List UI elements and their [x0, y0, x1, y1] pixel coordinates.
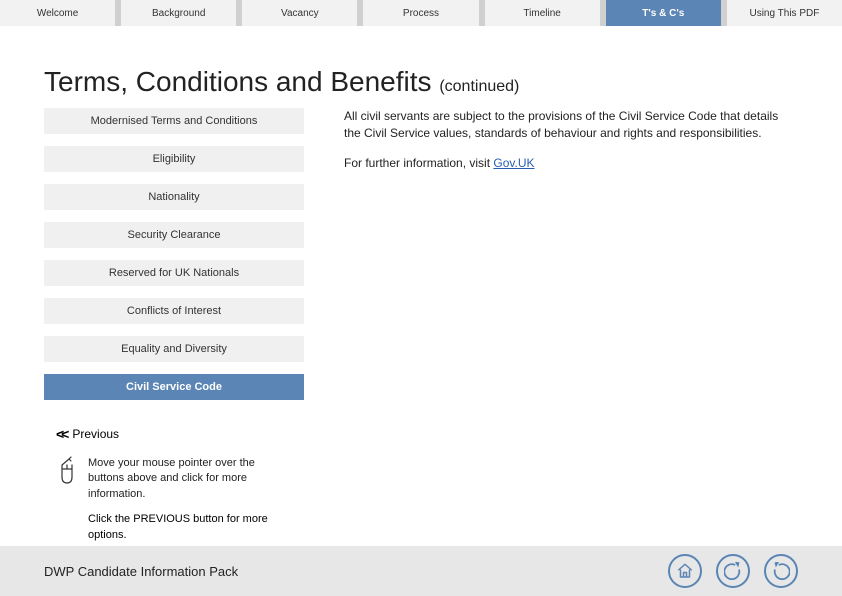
hint1-text: Move your mouse pointer over the buttons… [88, 456, 286, 502]
body-para2-prefix: For further information, visit [344, 156, 493, 170]
tab-using-pdf[interactable]: Using This PDF [727, 0, 842, 26]
body-text: All civil servants are subject to the pr… [304, 108, 798, 412]
page-title-suffix: (continued) [439, 78, 519, 95]
footer: DWP Candidate Information Pack [0, 546, 842, 596]
tab-background[interactable]: Background [121, 0, 242, 26]
previous-label: Previous [72, 427, 119, 441]
footer-nav [668, 554, 798, 588]
home-icon [676, 562, 694, 580]
body-para1: All civil servants are subject to the pr… [344, 108, 798, 143]
mouse-pointer-icon [56, 456, 76, 489]
side-item-security-clearance[interactable]: Security Clearance [44, 222, 304, 248]
side-item-nationality[interactable]: Nationality [44, 184, 304, 210]
chevron-left-icon: << [56, 426, 66, 442]
arrow-left-icon [724, 562, 742, 580]
top-nav: Welcome Background Vacancy Process Timel… [0, 0, 842, 26]
hint2-text: Click the PREVIOUS button for more optio… [88, 512, 283, 543]
side-item-conflicts[interactable]: Conflicts of Interest [44, 298, 304, 324]
side-item-civil-service-code[interactable]: Civil Service Code [44, 374, 304, 400]
previous-button[interactable]: << Previous [56, 426, 842, 442]
side-item-eligibility[interactable]: Eligibility [44, 146, 304, 172]
home-button[interactable] [668, 554, 702, 588]
back-button[interactable] [716, 554, 750, 588]
tab-welcome[interactable]: Welcome [0, 0, 121, 26]
side-item-equality-diversity[interactable]: Equality and Diversity [44, 336, 304, 362]
side-item-reserved-uk[interactable]: Reserved for UK Nationals [44, 260, 304, 286]
tab-timeline[interactable]: Timeline [485, 0, 606, 26]
side-item-modernised-tc[interactable]: Modernised Terms and Conditions [44, 108, 304, 134]
gov-uk-link[interactable]: Gov.UK [493, 156, 534, 170]
tab-process[interactable]: Process [363, 0, 484, 26]
hint-block: Move your mouse pointer over the buttons… [56, 456, 286, 502]
arrow-right-icon [772, 562, 790, 580]
body-para2: For further information, visit Gov.UK [344, 155, 798, 172]
page-title: Terms, Conditions and Benefits (continue… [44, 66, 842, 98]
forward-button[interactable] [764, 554, 798, 588]
content-area: Modernised Terms and Conditions Eligibil… [0, 108, 842, 412]
tab-vacancy[interactable]: Vacancy [242, 0, 363, 26]
tab-ts-and-cs[interactable]: T's & C's [606, 0, 727, 26]
page-title-main: Terms, Conditions and Benefits [44, 66, 432, 97]
side-list: Modernised Terms and Conditions Eligibil… [44, 108, 304, 412]
footer-title: DWP Candidate Information Pack [44, 564, 238, 579]
